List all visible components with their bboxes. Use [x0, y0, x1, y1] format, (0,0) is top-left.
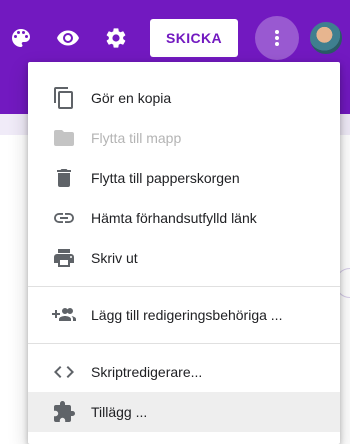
- link-icon: [52, 206, 76, 230]
- menu-item-print[interactable]: Skriv ut: [28, 238, 340, 278]
- menu-item-label: Tillägg ...: [91, 404, 148, 420]
- add-people-icon: [52, 303, 76, 327]
- menu-item-label: Lägg till redigeringsbehöriga ...: [91, 307, 283, 323]
- menu-item-move-to-folder: Flytta till mapp: [28, 118, 340, 158]
- menu-divider: [28, 343, 340, 344]
- menu-item-make-copy[interactable]: Gör en kopia: [28, 78, 340, 118]
- menu-item-add-ons[interactable]: Tillägg ...: [28, 392, 340, 432]
- menu-item-label: Skriptredigerare...: [91, 364, 203, 380]
- eye-icon[interactable]: [53, 23, 83, 53]
- send-button[interactable]: SKICKA: [150, 19, 238, 57]
- gear-icon[interactable]: [101, 23, 131, 53]
- palette-icon[interactable]: [6, 23, 36, 53]
- avatar[interactable]: [308, 20, 344, 56]
- code-icon: [52, 360, 76, 384]
- copy-icon: [52, 86, 76, 110]
- menu-item-script-editor[interactable]: Skriptredigerare...: [28, 352, 340, 392]
- menu-item-label: Hämta förhandsutfylld länk: [91, 210, 257, 226]
- print-icon: [52, 246, 76, 270]
- menu-item-prefilled-link[interactable]: Hämta förhandsutfylld länk: [28, 198, 340, 238]
- menu-item-move-to-trash[interactable]: Flytta till papperskorgen: [28, 158, 340, 198]
- more-options-menu: Gör en kopia Flytta till mapp Flytta til…: [28, 62, 340, 444]
- menu-item-label: Flytta till papperskorgen: [91, 170, 240, 186]
- trash-icon: [52, 166, 76, 190]
- menu-item-add-editors[interactable]: Lägg till redigeringsbehöriga ...: [28, 295, 340, 335]
- folder-icon: [52, 126, 76, 150]
- puzzle-icon: [52, 400, 76, 424]
- menu-divider: [28, 286, 340, 287]
- more-vert-icon[interactable]: [255, 16, 299, 60]
- menu-item-label: Flytta till mapp: [91, 130, 182, 146]
- menu-item-label: Gör en kopia: [91, 90, 172, 106]
- menu-item-label: Skriv ut: [91, 250, 138, 266]
